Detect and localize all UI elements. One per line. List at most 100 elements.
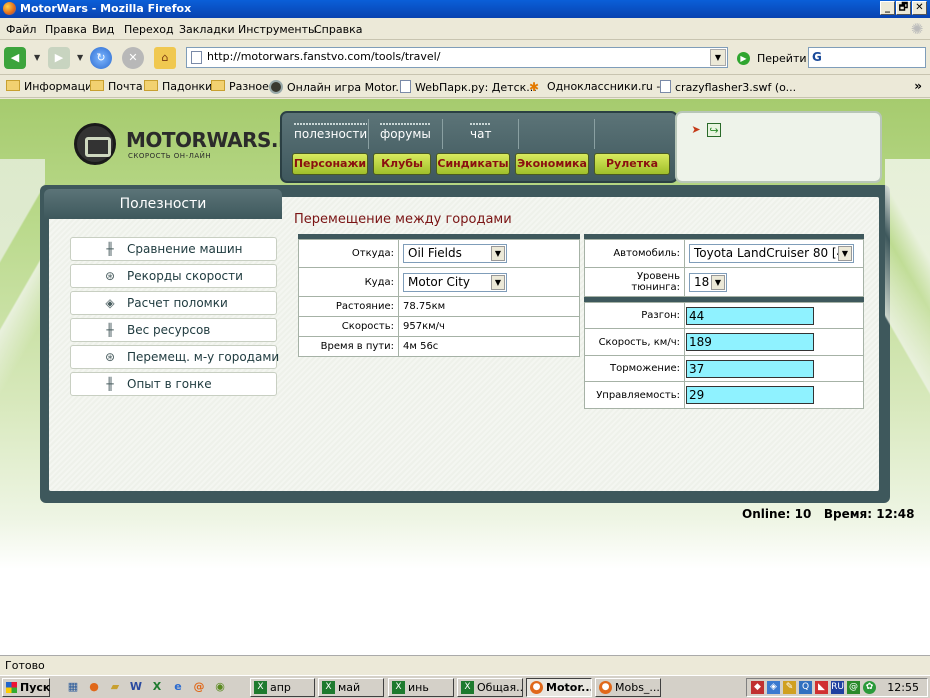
speed-label: Скорость:: [298, 316, 399, 337]
user-transfer-icon[interactable]: ➤: [689, 123, 703, 137]
taskbar-item-may[interactable]: Xмай: [318, 678, 384, 697]
restore-button[interactable]: 🗗: [896, 1, 911, 15]
menu-view[interactable]: Вид: [92, 23, 114, 36]
max-speed-cell: 189: [684, 328, 864, 356]
bookmark-crazyflasher[interactable]: crazyflasher3.swf (o...: [660, 80, 796, 94]
bookmark-webpark[interactable]: WebПарк.ру: Детск...: [400, 80, 537, 94]
taskbar-item-general[interactable]: X Общая...: [457, 678, 523, 697]
chevron-down-icon: ▼: [491, 246, 505, 261]
bookmark-motorwars[interactable]: Онлайн игра Motor...: [269, 80, 406, 94]
braking-cell: 37: [684, 355, 864, 382]
back-arrow-icon[interactable]: ◀: [4, 47, 26, 69]
minimize-button[interactable]: _: [880, 1, 895, 15]
nav-link-forums[interactable]: форумы: [380, 123, 431, 141]
tuning-select[interactable]: 18 ▼: [689, 272, 727, 292]
taskbar-item-motorwars[interactable]: ● Motor...: [526, 678, 592, 697]
sidebar-item-label: Расчет поломки: [127, 296, 228, 310]
bookmark-folder-padonki[interactable]: Падонки: [144, 80, 212, 93]
roulette-button[interactable]: Рулетка: [594, 153, 670, 175]
show-desktop-icon[interactable]: ▦: [66, 680, 80, 694]
nav-link-tools[interactable]: полезности: [294, 123, 368, 141]
steering-wheel-icon: ⊛: [104, 350, 116, 364]
sidebar-item-label: Перемещ. м-у городами: [127, 350, 280, 364]
tray-antivirus-icon[interactable]: ◣: [815, 681, 828, 694]
menu-edit[interactable]: Правка: [45, 23, 87, 36]
sidebar-item-city-travel[interactable]: ⊛ Перемещ. м-у городами: [70, 345, 280, 369]
start-button[interactable]: Пуск: [2, 678, 50, 697]
car-table: Автомобиль: Toyota LandCruiser 80 [4] ▼ У…: [584, 239, 864, 297]
close-button[interactable]: ✕: [912, 1, 927, 15]
task-label: апр: [270, 681, 291, 694]
tray-language-icon[interactable]: RU: [831, 681, 844, 694]
to-cell: Motor City ▼: [398, 267, 580, 297]
handling-field[interactable]: 29: [686, 386, 814, 404]
logout-icon[interactable]: ↪: [707, 123, 721, 137]
acceleration-field[interactable]: 44: [686, 306, 814, 325]
clubs-button[interactable]: Клубы: [373, 153, 431, 175]
braking-label: Торможение:: [584, 355, 685, 382]
taskbar-item-in[interactable]: Xинь: [388, 678, 454, 697]
from-select[interactable]: Oil Fields ▼: [403, 244, 507, 263]
address-bar[interactable]: ▼: [186, 47, 728, 68]
word-icon[interactable]: W: [129, 680, 143, 694]
sidebar-item-speed-records[interactable]: ⊛ Рекорды скорости: [70, 264, 277, 288]
taskbar-item-mobs[interactable]: ● Mobs_...: [595, 678, 661, 697]
search-input[interactable]: G: [808, 47, 926, 68]
tray-icq-icon[interactable]: @: [847, 681, 860, 694]
site-logo[interactable]: MOTORWARS.RU СКОРОСТЬ ОН-ЛАЙН: [74, 123, 309, 167]
sidebar-item-race-experience[interactable]: ╫ Опыт в гонке: [70, 372, 277, 396]
menu-help[interactable]: Справка: [314, 23, 362, 36]
excel-icon[interactable]: X: [150, 680, 164, 694]
menu-tools[interactable]: Инструменты: [238, 23, 317, 36]
back-dropdown-icon[interactable]: ▼: [34, 53, 40, 62]
status-bar: Готово: [0, 655, 930, 675]
bookmark-odnoklassniki[interactable]: ✱ Одноклассники.ru -...: [529, 80, 671, 94]
folder-icon[interactable]: ▰: [108, 680, 122, 694]
sidebar-item-label: Вес ресурсов: [127, 323, 211, 337]
menu-file[interactable]: Файл: [6, 23, 36, 36]
tray-pencil-icon[interactable]: ✎: [783, 681, 796, 694]
bars-icon: ╫: [106, 377, 114, 391]
to-value: Motor City: [408, 274, 471, 289]
max-speed-field[interactable]: 189: [686, 333, 814, 351]
bookmark-folder-info[interactable]: Информация: [6, 80, 99, 93]
menu-bookmarks[interactable]: Закладки: [179, 23, 235, 36]
bookmark-folder-mail[interactable]: Почта: [90, 80, 143, 93]
bookmark-label: WebПарк.ру: Детск...: [415, 81, 537, 94]
forward-arrow-icon[interactable]: ▶: [48, 47, 70, 69]
sidebar-item-resource-weight[interactable]: ╫ Вес ресурсов: [70, 318, 277, 342]
bookmarks-overflow-button[interactable]: »: [914, 79, 922, 93]
app-icon[interactable]: ◉: [213, 680, 227, 694]
sidebar-item-compare-cars[interactable]: ╫ Сравнение машин: [70, 237, 277, 261]
braking-field[interactable]: 37: [686, 359, 814, 378]
url-input[interactable]: [207, 50, 697, 63]
from-label: Откуда:: [298, 239, 399, 268]
to-select[interactable]: Motor City ▼: [403, 272, 507, 292]
task-label: Mobs_...: [615, 681, 660, 694]
menu-go[interactable]: Переход: [124, 23, 174, 36]
nav-link-chat[interactable]: чат: [470, 123, 492, 141]
ie-icon[interactable]: e: [171, 680, 185, 694]
economy-button[interactable]: Экономика: [515, 153, 589, 175]
tray-network-icon[interactable]: ◈: [767, 681, 780, 694]
url-dropdown-icon[interactable]: ▼: [710, 49, 726, 66]
window-title: MotorWars - Mozilla Firefox: [20, 2, 192, 15]
syndicates-button[interactable]: Синдикаты: [436, 153, 510, 175]
acceleration-cell: 44: [684, 302, 864, 329]
car-select[interactable]: Toyota LandCruiser 80 [4] ▼: [689, 244, 854, 263]
firefox-icon[interactable]: ●: [87, 680, 101, 694]
user-box: ➤ ↪: [675, 111, 882, 183]
stop-icon[interactable]: ✕: [122, 47, 144, 69]
mail-icon[interactable]: @: [192, 680, 206, 694]
tray-search-icon[interactable]: Q: [799, 681, 812, 694]
tray-shield-icon[interactable]: ◆: [751, 681, 764, 694]
bookmark-folder-misc[interactable]: Разное: [211, 80, 269, 93]
reload-icon[interactable]: ↻: [90, 47, 112, 69]
forward-dropdown-icon[interactable]: ▼: [77, 53, 83, 62]
travel-time-label: Время в пути:: [298, 336, 399, 357]
home-icon[interactable]: ⌂: [154, 47, 176, 69]
taskbar-item-apr[interactable]: Xапр: [250, 678, 315, 697]
characters-button[interactable]: Персонажи: [292, 153, 368, 175]
tray-flower-icon[interactable]: ✿: [863, 681, 876, 694]
sidebar-item-damage-calc[interactable]: ◈ Расчет поломки: [70, 291, 277, 315]
